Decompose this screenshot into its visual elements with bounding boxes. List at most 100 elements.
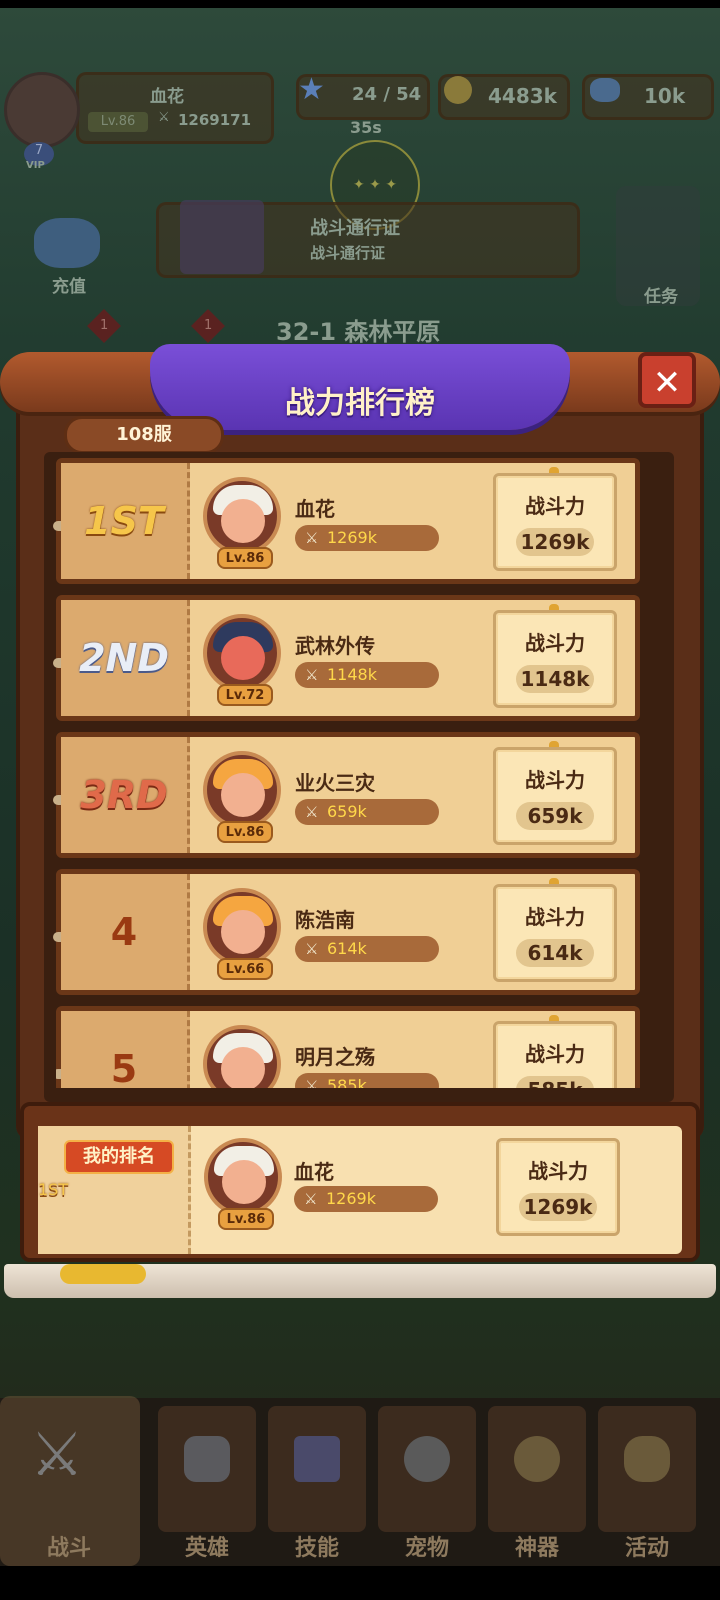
- ranking-row[interactable]: 4 Lv.66 陈浩南 ⚔ 614k 战斗力 614k: [53, 869, 640, 995]
- avatar-face: [222, 1160, 266, 1204]
- player-name: 陈浩南: [295, 908, 355, 932]
- power-total: 614k: [516, 939, 594, 967]
- rank-cell: 2ND: [61, 600, 190, 716]
- stars-value: 24 / 54: [352, 84, 422, 105]
- avatar[interactable]: [203, 477, 281, 555]
- power-total: 659k: [516, 802, 594, 830]
- helmet-icon: [184, 1436, 230, 1482]
- recharge-label[interactable]: 充值: [52, 272, 86, 297]
- player-name: 武林外传: [295, 634, 375, 658]
- ranking-row[interactable]: 3RD Lv.86 业火三灾 ⚔ 659k 战斗力 659k: [53, 732, 640, 858]
- sword-icon: ⚔: [305, 529, 319, 547]
- server-label: 108服: [116, 424, 172, 445]
- nav-battle-label[interactable]: 战斗: [14, 1530, 124, 1562]
- power-scroll: 战斗力 659k: [493, 747, 617, 845]
- star-icon: ★: [298, 72, 325, 107]
- power-bar: ⚔ 1269k: [295, 525, 439, 551]
- rank-label: 3RD: [80, 773, 168, 817]
- crossed-swords-icon: ⚔: [30, 1420, 84, 1490]
- timer-text: 35s: [350, 118, 382, 137]
- power-value: 659k: [327, 802, 367, 821]
- player-name: 血花: [295, 497, 335, 521]
- power-bar: ⚔ 659k: [295, 799, 439, 825]
- level-badge: Lv.66: [217, 958, 273, 980]
- vip-label: VIP: [26, 160, 45, 171]
- power-scroll: 战斗力 1269k: [496, 1138, 620, 1236]
- ranking-row[interactable]: 5 明月之殇 ⚔ 585k 战斗力 585k: [56, 1006, 640, 1088]
- power-total: 1269k: [516, 528, 594, 556]
- rank-label: 2ND: [79, 636, 169, 680]
- gems-value: 10k: [644, 84, 686, 108]
- close-icon: ✕: [652, 363, 682, 403]
- avatar[interactable]: [204, 1138, 282, 1216]
- rank-cell: 1ST: [61, 463, 190, 579]
- rank-cell: 5: [61, 1011, 190, 1088]
- rank-label: 5: [110, 1047, 138, 1088]
- gold-value: 4483k: [488, 84, 557, 108]
- player-level: Lv.86: [88, 112, 148, 132]
- avatar-face: [221, 1047, 265, 1088]
- sword-icon: ⚔: [305, 1077, 319, 1088]
- power-scroll: 战斗力 1148k: [493, 610, 617, 708]
- level-badge: Lv.86: [217, 821, 273, 843]
- sword-icon: ⚔: [304, 1190, 318, 1208]
- power-scroll: 战斗力 614k: [493, 884, 617, 982]
- player-avatar[interactable]: [4, 72, 80, 148]
- player-name: 明月之殇: [295, 1045, 375, 1069]
- power-bar: ⚔ 585k: [295, 1073, 439, 1088]
- avatar-face: [221, 773, 265, 817]
- sword-icon: ⚔: [158, 110, 170, 125]
- my-rank-tag: 我的排名: [64, 1140, 174, 1174]
- gem-icon: [590, 78, 620, 102]
- sword-icon: ⚔: [305, 940, 319, 958]
- stage-label: 32-1 森林平原: [276, 318, 441, 346]
- leaderboard-title: 战力排行榜: [285, 386, 435, 421]
- sword-icon: ⚔: [305, 803, 319, 821]
- events-icon: [624, 1436, 670, 1482]
- ranking-row[interactable]: 2ND Lv.72 武林外传 ⚔ 1148k 战斗力 1148k: [53, 595, 640, 721]
- ranking-row-clip: 5 明月之殇 ⚔ 585k 战斗力 585k: [56, 1006, 640, 1088]
- gold-coins-icon: [60, 1264, 146, 1284]
- ranking-row[interactable]: 1ST Lv.86 血花 ⚔ 1269k 战斗力 1269k: [53, 458, 640, 584]
- book-icon: [294, 1436, 340, 1482]
- task-label[interactable]: 任务: [644, 282, 678, 307]
- system-nav-bar: [0, 1566, 720, 1600]
- nav-heroes-label[interactable]: 英雄: [152, 1530, 262, 1562]
- battle-pass-title: 战斗通行证: [310, 218, 400, 239]
- player-power: 1269171: [178, 111, 252, 129]
- level-badge: Lv.86: [217, 547, 273, 569]
- vip-level: 7: [34, 143, 44, 158]
- power-value: 1148k: [327, 665, 377, 684]
- rank-label: 4: [110, 910, 138, 954]
- rank-label: 1ST: [84, 499, 164, 543]
- power-scroll: 战斗力 585k: [493, 1021, 617, 1088]
- power-value: 1269k: [327, 528, 377, 547]
- player-name: 业火三灾: [295, 771, 375, 795]
- avatar[interactable]: [203, 1025, 281, 1088]
- nav-pets-label[interactable]: 宠物: [372, 1530, 482, 1562]
- avatar[interactable]: [203, 888, 281, 966]
- nav-events-label[interactable]: 活动: [592, 1530, 702, 1562]
- avatar[interactable]: [203, 751, 281, 829]
- gem-pile-icon[interactable]: [34, 218, 100, 268]
- battle-pass-subtitle: 战斗通行证: [310, 244, 386, 262]
- pet-icon: [404, 1436, 450, 1482]
- nav-artifacts-label[interactable]: 神器: [482, 1530, 592, 1562]
- shield-icon: [180, 200, 264, 274]
- sword-icon: ⚔: [305, 666, 319, 684]
- close-button[interactable]: ✕: [638, 352, 696, 408]
- avatar[interactable]: [203, 614, 281, 692]
- power-title: 战斗力: [528, 1159, 588, 1183]
- power-total: 1269k: [519, 1193, 597, 1221]
- power-title: 战斗力: [525, 494, 585, 518]
- power-value: 614k: [327, 939, 367, 958]
- avatar-face: [221, 910, 265, 954]
- level-badge: Lv.86: [218, 1208, 274, 1230]
- power-scroll: 战斗力 1269k: [493, 473, 617, 571]
- power-total: 1148k: [516, 665, 594, 693]
- artifact-icon: [514, 1436, 560, 1482]
- nav-skills-label[interactable]: 技能: [262, 1530, 372, 1562]
- power-bar: ⚔ 1269k: [294, 1186, 438, 1212]
- rank-cell: 3RD: [61, 737, 190, 853]
- power-title: 战斗力: [525, 768, 585, 792]
